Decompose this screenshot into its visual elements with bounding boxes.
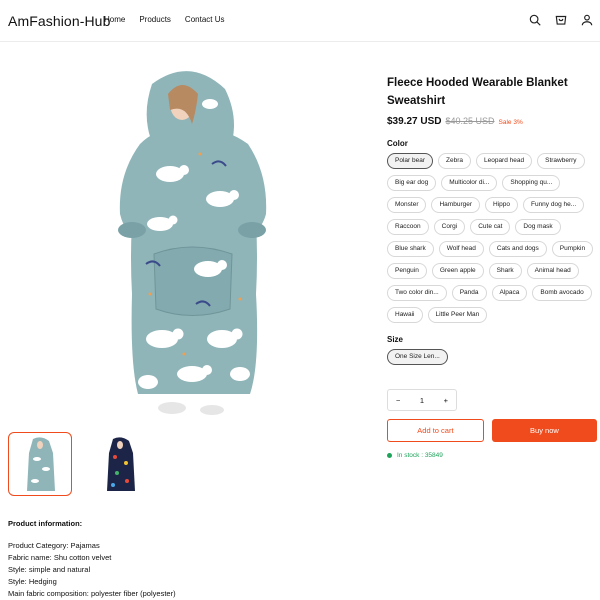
color-option[interactable]: Panda [451, 285, 487, 301]
color-option[interactable]: Raccoon [387, 219, 429, 235]
color-option[interactable]: Polar bear [387, 153, 433, 169]
search-icon[interactable] [528, 13, 542, 27]
product-main-image [118, 71, 267, 415]
color-option[interactable]: Zebra [438, 153, 471, 169]
product-title: Fleece Hooded Wearable Blanket Sweatshir… [387, 77, 568, 107]
color-option[interactable]: Little Peer Man [427, 307, 488, 323]
color-option[interactable]: Penguin [387, 263, 427, 279]
color-option[interactable]: Wolf head [438, 241, 484, 257]
product-details: Fleece Hooded Wearable Blanket Sweatshir… [387, 74, 597, 459]
original-price: $40.25 USD [445, 116, 495, 126]
color-option[interactable]: Shopping qu... [502, 175, 561, 191]
stock-status: In stock : 35849 [387, 452, 597, 459]
product-information: Product information: Product Category: P… [8, 518, 176, 600]
color-option[interactable]: Dog mask [515, 219, 561, 235]
thumbnail-polar-bear[interactable] [8, 432, 72, 496]
buy-now-button[interactable]: Buy now [491, 419, 597, 442]
site-header: AmFashion-Hub Home Products Contact Us [0, 0, 600, 42]
color-option[interactable]: Bomb avocado [532, 285, 592, 301]
color-option[interactable]: Shark [488, 263, 522, 279]
current-price: $39.27 USD [387, 116, 442, 127]
qty-increase-button[interactable]: + [444, 396, 448, 405]
color-option[interactable]: Green apple [431, 263, 484, 279]
info-line: Style: Hedging [8, 577, 57, 586]
color-label: Color [387, 139, 408, 148]
add-to-cart-button[interactable]: Add to cart [387, 419, 484, 442]
stock-text: In stock : 35849 [397, 452, 443, 459]
action-buttons: Add to cart Buy now [387, 419, 597, 442]
color-option[interactable]: Hippo [485, 197, 518, 213]
color-option[interactable]: Funny dog he... [522, 197, 585, 213]
nav-products[interactable]: Products [139, 15, 171, 24]
color-option[interactable]: Two color din... [387, 285, 447, 301]
user-icon[interactable] [580, 13, 594, 27]
color-option[interactable]: Animal head [526, 263, 579, 279]
info-title: Product information: [8, 519, 83, 528]
price-row: $39.27 USD $40.25 USD Sale 3% [387, 116, 597, 127]
qty-decrease-button[interactable]: − [396, 396, 400, 405]
color-option[interactable]: Blue shark [387, 241, 434, 257]
qty-value[interactable]: 1 [420, 396, 424, 405]
stock-dot-icon [387, 453, 392, 458]
sale-badge: Sale 3% [498, 119, 523, 126]
size-label: Size [387, 335, 404, 344]
info-line: Style: simple and natural [8, 565, 91, 574]
main-nav: Home Products Contact Us [104, 15, 225, 24]
color-option[interactable]: Alpaca [491, 285, 528, 301]
color-option[interactable]: Pumpkin [551, 241, 594, 257]
color-option[interactable]: Multicolor di... [441, 175, 498, 191]
size-options: One Size Len... [387, 349, 600, 365]
info-line: Main fabric composition: polyester fiber… [8, 589, 176, 598]
color-option[interactable]: Cute cat [470, 219, 511, 235]
nav-home[interactable]: Home [104, 15, 125, 24]
color-option[interactable]: Hamburger [431, 197, 480, 213]
color-option[interactable]: Corgi [433, 219, 466, 235]
cart-icon[interactable] [554, 13, 568, 27]
info-line: Product Category: Pajamas [8, 541, 100, 550]
site-logo[interactable]: AmFashion-Hub [8, 13, 110, 29]
size-option[interactable]: One Size Len... [387, 349, 448, 365]
color-option[interactable]: Strawberry [537, 153, 585, 169]
quantity-stepper: − 1 + [387, 389, 457, 411]
thumbnail-list [8, 432, 152, 496]
color-options: Polar bear Zebra Leopard head Strawberry Big… [387, 153, 600, 323]
thumbnail-multicolor[interactable] [88, 432, 152, 496]
nav-contact-us[interactable]: Contact Us [185, 15, 225, 24]
color-option[interactable]: Hawaii [387, 307, 423, 323]
color-option[interactable]: Cats and dogs [488, 241, 547, 257]
color-option[interactable]: Big ear dog [387, 175, 437, 191]
header-icons [528, 13, 594, 27]
info-line: Fabric name: Shu cotton velvet [8, 553, 112, 562]
color-option[interactable]: Monster [387, 197, 427, 213]
color-option[interactable]: Leopard head [475, 153, 533, 169]
